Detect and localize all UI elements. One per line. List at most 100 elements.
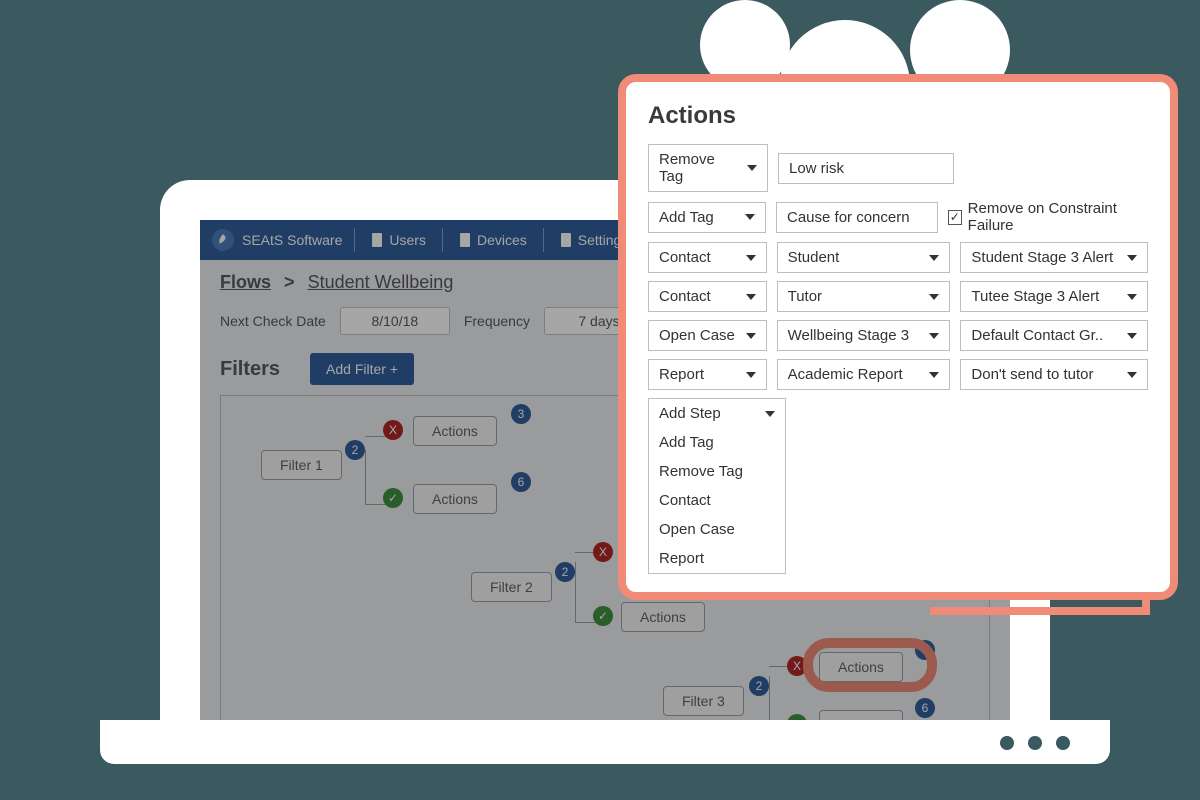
nav-divider <box>354 228 355 252</box>
nav-divider <box>442 228 443 252</box>
highlight-ring <box>803 638 937 692</box>
action-value-input[interactable]: Cause for concern <box>776 202 938 233</box>
action-type-dropdown[interactable]: Open Case <box>648 320 767 351</box>
nav-users[interactable]: Users <box>367 232 430 248</box>
x-icon[interactable]: X <box>593 542 613 562</box>
input-value: Low risk <box>789 160 844 177</box>
add-step-option[interactable]: Contact <box>649 486 785 515</box>
x-icon[interactable]: X <box>383 420 403 440</box>
trackpad-notch <box>535 720 675 736</box>
nav-label: Devices <box>477 232 527 248</box>
nav-divider <box>543 228 544 252</box>
dot-icon <box>1056 736 1070 750</box>
dropdown-label: Open Case <box>659 327 735 344</box>
actions-node[interactable]: Actions <box>621 602 705 632</box>
document-icon <box>560 233 572 247</box>
action-row: Contact Student Student Stage 3 Alert <box>648 242 1148 273</box>
add-step-option[interactable]: Report <box>649 544 785 573</box>
count-badge: 2 <box>555 562 575 582</box>
action-row: Contact Tutor Tutee Stage 3 Alert <box>648 281 1148 312</box>
brand: SEAtS Software <box>212 229 342 251</box>
action-target-dropdown[interactable]: Wellbeing Stage 3 <box>777 320 951 351</box>
nav-label: Users <box>389 232 426 248</box>
action-type-dropdown[interactable]: Contact <box>648 281 767 312</box>
chevron-down-icon <box>745 214 755 220</box>
brand-leaf-icon <box>212 229 234 251</box>
count-badge: 6 <box>511 472 531 492</box>
count-badge: 6 <box>915 698 935 718</box>
action-target-dropdown[interactable]: Tutor <box>777 281 951 312</box>
add-filter-button[interactable]: Add Filter + <box>310 353 414 385</box>
dropdown-label: Academic Report <box>788 366 903 383</box>
action-type-dropdown[interactable]: Remove Tag <box>648 144 768 192</box>
dropdown-label: Tutor <box>788 288 822 305</box>
chevron-down-icon <box>746 255 756 261</box>
frequency-label: Frequency <box>464 313 530 329</box>
filter-node-3[interactable]: Filter 3 <box>663 686 744 716</box>
dropdown-label: Don't send to tutor <box>971 366 1093 383</box>
count-badge: 2 <box>749 676 769 696</box>
dropdown-label: Tutee Stage 3 Alert <box>971 288 1099 305</box>
check-icon[interactable]: ✓ <box>593 606 613 626</box>
brand-label: SEAtS Software <box>242 232 342 248</box>
filter-node-1[interactable]: Filter 1 <box>261 450 342 480</box>
action-template-dropdown[interactable]: Student Stage 3 Alert <box>960 242 1148 273</box>
checkbox-label: Remove on Constraint Failure <box>968 200 1148 234</box>
dropdown-label: Student Stage 3 Alert <box>971 249 1113 266</box>
action-target-dropdown[interactable]: Academic Report <box>777 359 951 390</box>
chevron-down-icon <box>1127 333 1137 339</box>
dropdown-label: Default Contact Gr.. <box>971 327 1103 344</box>
add-step-option[interactable]: Add Tag <box>649 428 785 457</box>
breadcrumb-current[interactable]: Student Wellbeing <box>308 272 454 292</box>
chevron-down-icon <box>765 411 775 417</box>
dropdown-label: Student <box>788 249 840 266</box>
chevron-down-icon <box>929 372 939 378</box>
dropdown-label: Wellbeing Stage 3 <box>788 327 909 344</box>
check-icon[interactable]: ✓ <box>383 488 403 508</box>
action-template-dropdown[interactable]: Tutee Stage 3 Alert <box>960 281 1148 312</box>
checkbox-icon: ✓ <box>948 210 962 225</box>
action-value-input[interactable]: Low risk <box>778 153 954 184</box>
add-step-option[interactable]: Remove Tag <box>649 457 785 486</box>
add-step-option[interactable]: Open Case <box>649 515 785 544</box>
chevron-down-icon <box>929 294 939 300</box>
dropdown-label: Add Step <box>659 405 721 422</box>
count-badge: 3 <box>511 404 531 424</box>
action-type-dropdown[interactable]: Add Tag <box>648 202 766 233</box>
action-row: Open Case Wellbeing Stage 3 Default Cont… <box>648 320 1148 351</box>
actions-node[interactable]: Actions <box>413 416 497 446</box>
breadcrumb-flows[interactable]: Flows <box>220 272 271 292</box>
add-step-dropdown[interactable]: Add Step <box>649 399 785 428</box>
action-template-dropdown[interactable]: Default Contact Gr.. <box>960 320 1148 351</box>
nav-devices[interactable]: Devices <box>455 232 531 248</box>
chevron-down-icon <box>746 333 756 339</box>
document-icon <box>371 233 383 247</box>
connector <box>365 450 366 504</box>
actions-node[interactable]: Actions <box>413 484 497 514</box>
filter-node-2[interactable]: Filter 2 <box>471 572 552 602</box>
next-check-label: Next Check Date <box>220 313 326 329</box>
chevron-down-icon <box>1127 294 1137 300</box>
chevron-down-icon <box>746 294 756 300</box>
remove-on-failure-checkbox[interactable]: ✓ Remove on Constraint Failure <box>948 200 1148 234</box>
breadcrumb-sep: > <box>276 272 303 292</box>
laptop-base <box>100 720 1110 764</box>
dot-icon <box>1028 736 1042 750</box>
chevron-down-icon <box>746 372 756 378</box>
document-icon <box>459 233 471 247</box>
filters-title: Filters <box>220 358 280 381</box>
next-check-input[interactable]: 8/10/18 <box>340 307 450 335</box>
action-type-dropdown[interactable]: Contact <box>648 242 767 273</box>
dropdown-label: Remove Tag <box>659 151 739 185</box>
action-type-dropdown[interactable]: Report <box>648 359 767 390</box>
connector <box>575 562 576 622</box>
dropdown-label: Contact <box>659 249 711 266</box>
chevron-down-icon <box>1127 255 1137 261</box>
action-template-dropdown[interactable]: Don't send to tutor <box>960 359 1148 390</box>
actions-popup: Actions Remove Tag Low risk Add Tag Caus… <box>618 74 1178 600</box>
chevron-down-icon <box>1127 372 1137 378</box>
chevron-down-icon <box>929 333 939 339</box>
add-step-menu: Add Step Add Tag Remove Tag Contact Open… <box>648 398 786 574</box>
count-badge: 2 <box>345 440 365 460</box>
action-target-dropdown[interactable]: Student <box>777 242 951 273</box>
